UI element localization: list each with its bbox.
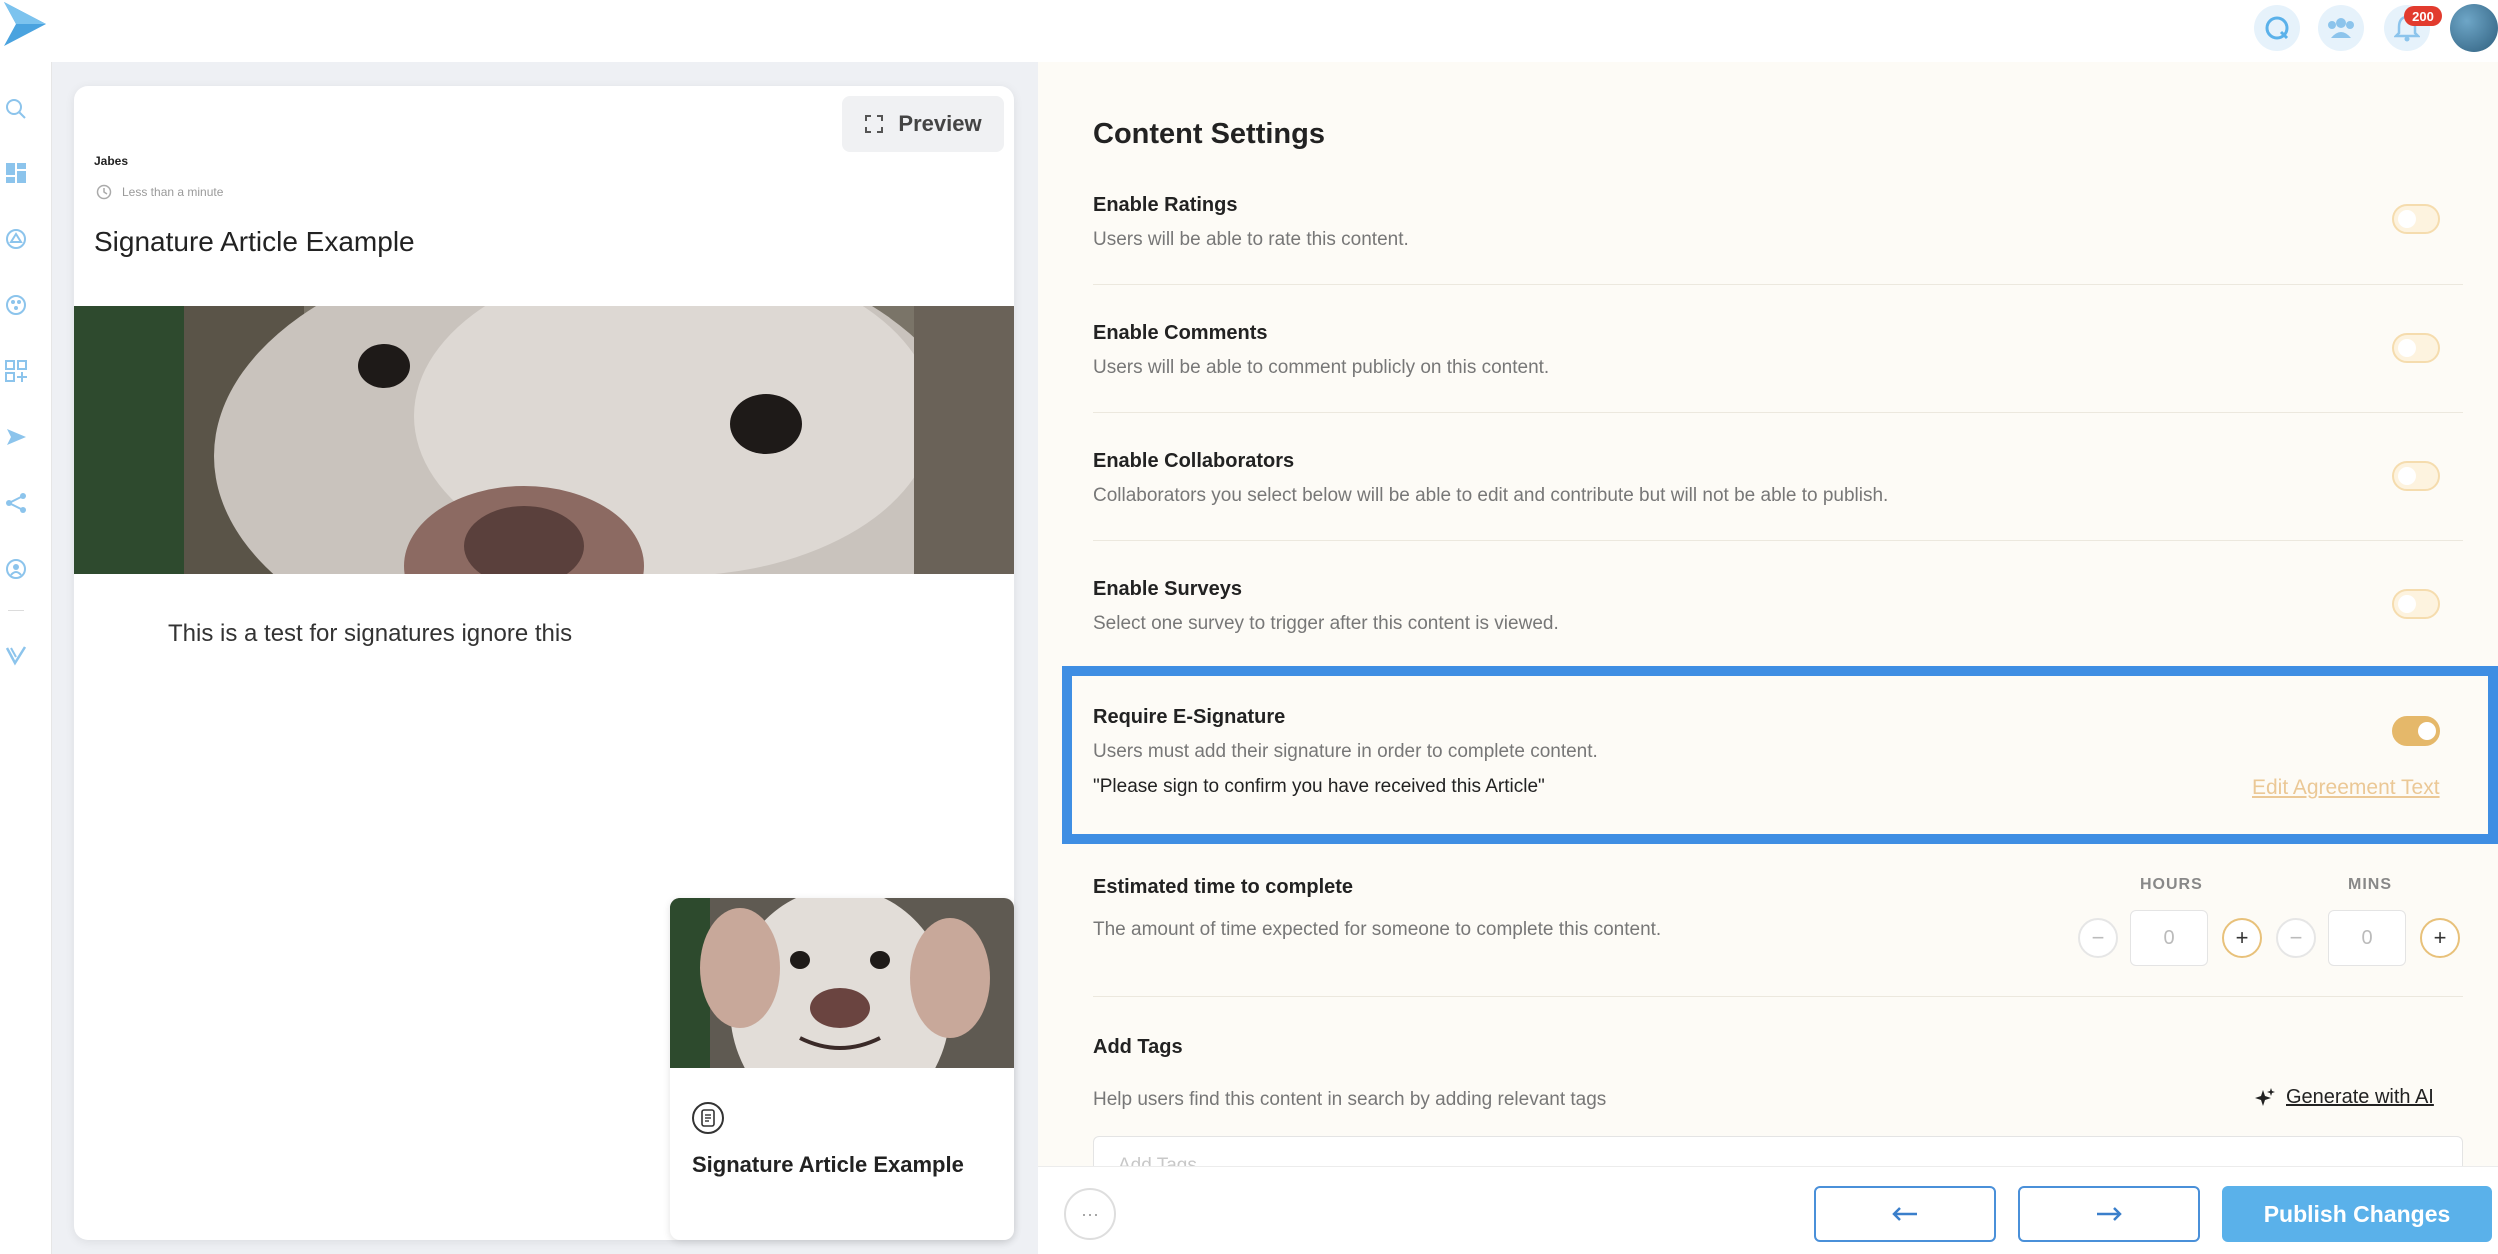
setting-title: Add Tags: [1093, 1036, 1183, 1058]
setting-title: Enable Collaborators: [1093, 450, 1295, 472]
hours-decrement-button[interactable]: −: [2078, 918, 2118, 958]
publish-changes-button[interactable]: Publish Changes: [2222, 1186, 2492, 1242]
expand-icon: [865, 115, 884, 133]
document-icon: [692, 1102, 724, 1134]
article-thumbnail-card[interactable]: Signature Article Example: [670, 898, 1014, 1240]
setting-enable-surveys: Enable Surveys Select one survey to trig…: [1093, 578, 2463, 635]
mins-increment-button[interactable]: +: [2420, 918, 2460, 958]
sidebar-divider: [8, 610, 24, 611]
previous-button[interactable]: [1814, 1186, 1996, 1242]
hours-input[interactable]: 0: [2130, 910, 2208, 966]
preview-button[interactable]: Preview: [842, 96, 1004, 152]
generate-with-ai-label: Generate with AI: [2286, 1086, 2434, 1108]
hours-increment-button[interactable]: +: [2222, 918, 2262, 958]
q-assistant-icon[interactable]: [2254, 5, 2300, 51]
user-avatar[interactable]: [2450, 4, 2498, 52]
read-time-label: Less than a minute: [122, 185, 224, 199]
mins-label: MINS: [2348, 876, 2392, 893]
mins-decrement-button[interactable]: −: [2276, 918, 2316, 958]
thumbnail-image: [670, 898, 1014, 1068]
send-icon[interactable]: [3, 424, 29, 450]
thumbnail-title: Signature Article Example: [692, 1152, 964, 1177]
read-time: Less than a minute: [96, 184, 223, 200]
preview-button-label: Preview: [898, 111, 982, 136]
sparkle-icon: [2255, 1087, 2275, 1106]
more-options-button[interactable]: ···: [1064, 1188, 1116, 1240]
setting-title: Estimated time to complete: [1093, 876, 1354, 898]
dashboard-icon[interactable]: [3, 160, 29, 186]
setting-description: Select one survey to trigger after this …: [1093, 613, 1559, 634]
article-hero-image: [74, 306, 1014, 574]
hours-label: HOURS: [2140, 876, 2203, 893]
palette-icon[interactable]: [3, 292, 29, 318]
generate-with-ai-button[interactable]: Generate with AI: [2254, 1086, 2434, 1109]
setting-description: Collaborators you select below will be a…: [1093, 485, 1889, 506]
article-body-text: This is a test for signatures ignore thi…: [168, 620, 573, 647]
setting-title: Enable Surveys: [1093, 578, 1242, 600]
compass-icon[interactable]: [3, 226, 29, 252]
edit-agreement-link[interactable]: Edit Agreement Text: [2252, 776, 2440, 800]
divider: [1093, 996, 2463, 997]
setting-require-esignature: Require E-Signature Users must add their…: [1093, 706, 2463, 763]
divider: [1093, 412, 2463, 413]
divider: [1093, 284, 2463, 285]
search-icon[interactable]: [3, 96, 29, 122]
setting-title: Require E-Signature: [1093, 706, 1286, 728]
team-icon[interactable]: [2318, 5, 2364, 51]
mins-input[interactable]: 0: [2328, 910, 2406, 966]
setting-enable-comments: Enable Comments Users will be able to co…: [1093, 322, 2463, 379]
notification-badge: 200: [2404, 6, 2442, 26]
setting-enable-collaborators: Enable Collaborators Collaborators you s…: [1093, 450, 2463, 507]
toggle-enable-comments[interactable]: [2392, 333, 2440, 363]
clock-icon: [96, 184, 112, 200]
article-author: Jabes: [94, 154, 129, 168]
add-widget-icon[interactable]: [3, 358, 29, 384]
setting-description: Users must add their signature in order …: [1093, 741, 1598, 762]
article-title: Signature Article Example: [94, 226, 415, 257]
top-bar: 200: [0, 0, 2498, 62]
next-button[interactable]: [2018, 1186, 2200, 1242]
toggle-require-esignature[interactable]: [2392, 716, 2440, 746]
arrow-left-icon: [1892, 1207, 1917, 1221]
toggle-enable-surveys[interactable]: [2392, 589, 2440, 619]
brand-v-icon[interactable]: [3, 642, 29, 668]
shield-user-icon[interactable]: [3, 556, 29, 582]
setting-description: Users will be able to comment publicly o…: [1093, 357, 1550, 378]
setting-title: Enable Ratings: [1093, 194, 1238, 216]
divider: [1093, 540, 2463, 541]
share-icon[interactable]: [3, 490, 29, 516]
setting-description: Users will be able to rate this content.: [1093, 229, 1409, 250]
agreement-text: "Please sign to confirm you have receive…: [1093, 776, 1545, 797]
setting-enable-ratings: Enable Ratings Users will be able to rat…: [1093, 194, 2463, 251]
arrow-right-icon: [2097, 1207, 2122, 1221]
setting-title: Enable Comments: [1093, 322, 1268, 344]
toggle-enable-collaborators[interactable]: [2392, 461, 2440, 491]
left-sidebar: [0, 62, 52, 1254]
toggle-enable-ratings[interactable]: [2392, 204, 2440, 234]
app-logo[interactable]: [0, 0, 50, 48]
settings-title: Content Settings: [1093, 118, 1325, 150]
